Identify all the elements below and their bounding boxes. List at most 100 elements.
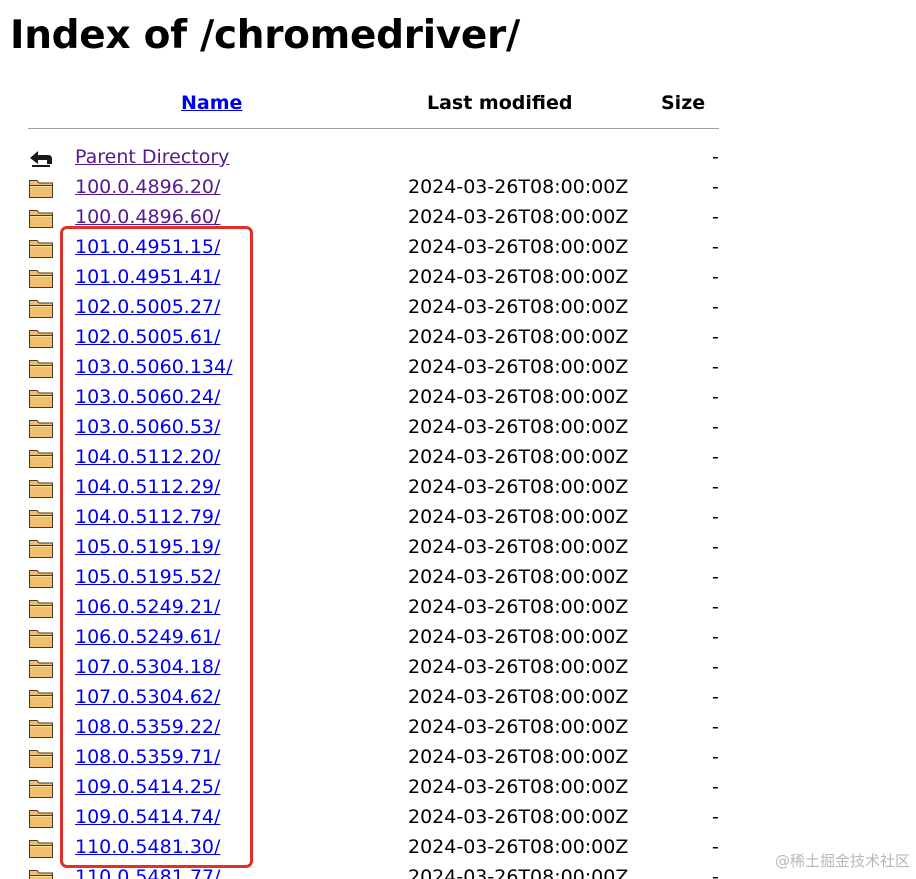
- last-modified-header: Last modified: [427, 92, 573, 114]
- directory-row: 104.0.5112.79/2024-03-26T08:00:00Z -: [0, 502, 916, 532]
- folder-icon: [28, 415, 54, 439]
- directory-link[interactable]: 110.0.5481.77/: [75, 864, 220, 879]
- directory-row: 108.0.5359.71/2024-03-26T08:00:00Z -: [0, 742, 916, 772]
- directory-link[interactable]: 101.0.4951.15/: [75, 234, 220, 260]
- directory-row: 104.0.5112.20/2024-03-26T08:00:00Z -: [0, 442, 916, 472]
- folder-icon: [28, 745, 54, 769]
- folder-icon: [28, 475, 54, 499]
- directory-row: 109.0.5414.25/2024-03-26T08:00:00Z -: [0, 772, 916, 802]
- directory-link[interactable]: 105.0.5195.19/: [75, 534, 220, 560]
- last-modified-cell: 2024-03-26T08:00:00Z: [408, 866, 629, 879]
- directory-link[interactable]: 106.0.5249.21/: [75, 594, 220, 620]
- last-modified-cell: 2024-03-26T08:00:00Z: [408, 356, 629, 378]
- directory-link[interactable]: 104.0.5112.20/: [75, 444, 220, 470]
- size-cell: -: [712, 446, 719, 468]
- size-cell: -: [712, 206, 719, 228]
- directory-link[interactable]: 102.0.5005.27/: [75, 294, 220, 320]
- size-cell: -: [712, 416, 719, 438]
- directory-link[interactable]: 103.0.5060.24/: [75, 384, 220, 410]
- directory-link[interactable]: 105.0.5195.52/: [75, 564, 220, 590]
- folder-icon: [28, 805, 54, 829]
- sort-by-name-link[interactable]: Name: [181, 90, 242, 116]
- page-title: Index of /chromedriver/: [10, 13, 520, 58]
- directory-row: 104.0.5112.29/2024-03-26T08:00:00Z -: [0, 472, 916, 502]
- last-modified-cell: 2024-03-26T08:00:00Z: [408, 296, 629, 318]
- directory-link[interactable]: 108.0.5359.22/: [75, 714, 220, 740]
- directory-row: 102.0.5005.61/2024-03-26T08:00:00Z -: [0, 322, 916, 352]
- directory-row: 108.0.5359.22/2024-03-26T08:00:00Z -: [0, 712, 916, 742]
- size-cell: -: [712, 176, 719, 198]
- folder-icon: [28, 175, 54, 199]
- last-modified-cell: 2024-03-26T08:00:00Z: [408, 656, 629, 678]
- size-cell: -: [712, 296, 719, 318]
- directory-link[interactable]: 100.0.4896.20/: [75, 174, 220, 200]
- directory-row: 103.0.5060.24/2024-03-26T08:00:00Z -: [0, 382, 916, 412]
- last-modified-cell: 2024-03-26T08:00:00Z: [408, 446, 629, 468]
- directory-link[interactable]: 103.0.5060.134/: [75, 354, 233, 380]
- size-cell: -: [712, 476, 719, 498]
- directory-row: 103.0.5060.53/2024-03-26T08:00:00Z -: [0, 412, 916, 442]
- directory-link[interactable]: 108.0.5359.71/: [75, 744, 220, 770]
- directory-link[interactable]: 110.0.5481.30/: [75, 834, 220, 860]
- size-cell: -: [712, 716, 719, 738]
- last-modified-cell: 2024-03-26T08:00:00Z: [408, 806, 629, 828]
- size-cell: -: [712, 746, 719, 768]
- last-modified-cell: 2024-03-26T08:00:00Z: [408, 536, 629, 558]
- last-modified-cell: 2024-03-26T08:00:00Z: [408, 176, 629, 198]
- last-modified-cell: 2024-03-26T08:00:00Z: [408, 236, 629, 258]
- directory-link[interactable]: 107.0.5304.18/: [75, 654, 220, 680]
- directory-link[interactable]: 103.0.5060.53/: [75, 414, 220, 440]
- size-cell: -: [712, 506, 719, 528]
- size-cell: -: [712, 386, 719, 408]
- directory-row: 103.0.5060.134/2024-03-26T08:00:00Z -: [0, 352, 916, 382]
- folder-icon: [28, 325, 54, 349]
- folder-icon: [28, 715, 54, 739]
- parent-directory-row: Parent Directory -: [0, 142, 916, 172]
- size-cell: -: [712, 236, 719, 258]
- size-cell: -: [712, 146, 719, 168]
- directory-row: 102.0.5005.27/2024-03-26T08:00:00Z -: [0, 292, 916, 322]
- last-modified-cell: 2024-03-26T08:00:00Z: [408, 716, 629, 738]
- last-modified-cell: 2024-03-26T08:00:00Z: [408, 416, 629, 438]
- size-cell: -: [712, 536, 719, 558]
- last-modified-cell: 2024-03-26T08:00:00Z: [408, 836, 629, 858]
- directory-link[interactable]: 101.0.4951.41/: [75, 264, 220, 290]
- folder-icon: [28, 865, 54, 879]
- last-modified-cell: 2024-03-26T08:00:00Z: [408, 596, 629, 618]
- directory-row: 100.0.4896.20/2024-03-26T08:00:00Z -: [0, 172, 916, 202]
- last-modified-cell: 2024-03-26T08:00:00Z: [408, 506, 629, 528]
- back-arrow-icon: [28, 145, 54, 169]
- directory-row: 101.0.4951.15/2024-03-26T08:00:00Z -: [0, 232, 916, 262]
- last-modified-cell: 2024-03-26T08:00:00Z: [408, 476, 629, 498]
- directory-link[interactable]: 109.0.5414.25/: [75, 774, 220, 800]
- directory-link[interactable]: 100.0.4896.60/: [75, 204, 220, 230]
- directory-link[interactable]: 104.0.5112.79/: [75, 504, 220, 530]
- last-modified-cell: 2024-03-26T08:00:00Z: [408, 566, 629, 588]
- folder-icon: [28, 625, 54, 649]
- folder-icon: [28, 595, 54, 619]
- size-cell: -: [712, 266, 719, 288]
- folder-icon: [28, 835, 54, 859]
- size-cell: -: [712, 806, 719, 828]
- directory-link[interactable]: 107.0.5304.62/: [75, 684, 220, 710]
- directory-link[interactable]: 109.0.5414.74/: [75, 804, 220, 830]
- directory-row: 107.0.5304.62/2024-03-26T08:00:00Z -: [0, 682, 916, 712]
- directory-link[interactable]: 106.0.5249.61/: [75, 624, 220, 650]
- folder-icon: [28, 235, 54, 259]
- watermark: @稀土掘金技术社区: [774, 852, 910, 870]
- size-cell: -: [712, 776, 719, 798]
- directory-row: 106.0.5249.61/2024-03-26T08:00:00Z -: [0, 622, 916, 652]
- directory-link[interactable]: 104.0.5112.29/: [75, 474, 220, 500]
- size-cell: -: [712, 686, 719, 708]
- folder-icon: [28, 565, 54, 589]
- directory-link[interactable]: 102.0.5005.61/: [75, 324, 220, 350]
- size-cell: -: [712, 326, 719, 348]
- folder-icon: [28, 685, 54, 709]
- directory-row: 109.0.5414.74/2024-03-26T08:00:00Z -: [0, 802, 916, 832]
- folder-icon: [28, 355, 54, 379]
- folder-icon: [28, 505, 54, 529]
- directory-row: 106.0.5249.21/2024-03-26T08:00:00Z -: [0, 592, 916, 622]
- last-modified-cell: 2024-03-26T08:00:00Z: [408, 266, 629, 288]
- size-cell: -: [712, 836, 719, 858]
- parent-directory-link[interactable]: Parent Directory: [75, 144, 229, 170]
